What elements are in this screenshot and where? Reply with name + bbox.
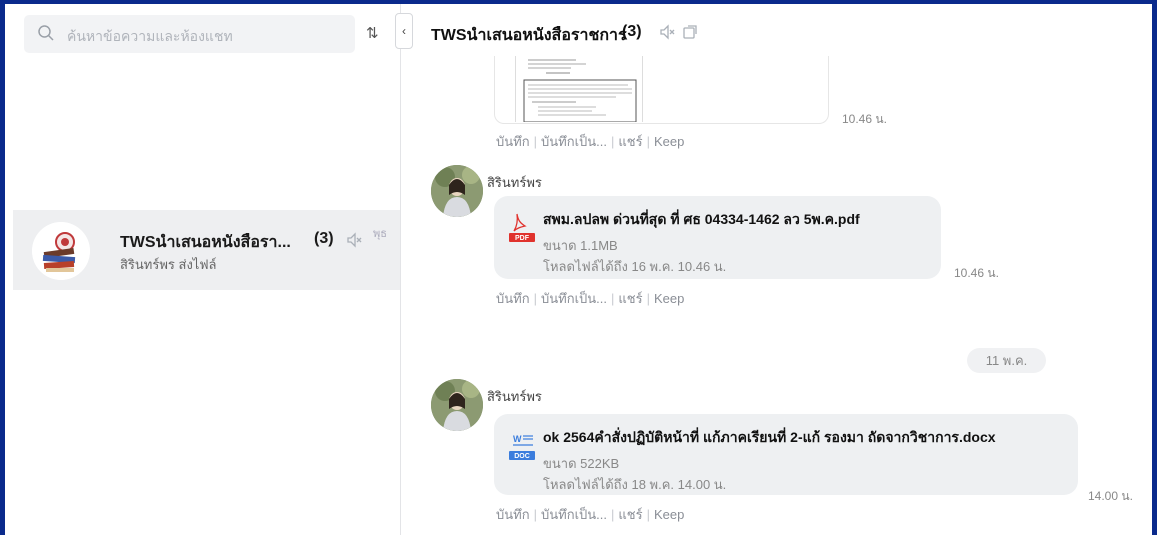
- sender-name: สิรินทร์พร: [487, 389, 542, 404]
- svg-text:PDF: PDF: [515, 235, 530, 242]
- chat-list-item[interactable]: TWSนำเสนอหนังสือรา... (3) พุธ สิรินทร์พร…: [13, 210, 400, 290]
- file-name: ok 2564คำสั่งปฏิบัติหน้าที่ แก้ภาคเรียนท…: [543, 429, 996, 445]
- message-time: 10.46 น.: [954, 266, 999, 280]
- chat-preview: สิรินทร์พร ส่งไฟล์: [120, 257, 217, 272]
- chat-title: TWSนำเสนอหนังสือราชการ: [431, 27, 627, 44]
- save-as-link[interactable]: บันทึกเป็น...: [541, 134, 607, 149]
- doc-file-icon: W DOC: [509, 434, 535, 460]
- share-link[interactable]: แชร์: [618, 134, 642, 149]
- popout-icon[interactable]: [682, 24, 698, 40]
- file-message[interactable]: W DOC ok 2564คำสั่งปฏิบัติหน้าที่ แก้ภาค…: [494, 414, 1078, 495]
- search-placeholder: ค้นหาข้อความและห้องแชท: [67, 28, 233, 44]
- file-name: สพม.ลปลพ ด่วนที่สุด ที่ ศธ 04334-1462 ลว…: [543, 211, 860, 227]
- file-size: ขนาด 522KB: [543, 456, 620, 471]
- sender-avatar[interactable]: [431, 165, 483, 217]
- keep-link[interactable]: Keep: [654, 507, 684, 522]
- save-link[interactable]: บันทึก: [496, 291, 530, 306]
- svg-text:DOC: DOC: [514, 453, 530, 460]
- share-link[interactable]: แชร์: [618, 507, 642, 522]
- chat-unread-count: (3): [314, 230, 334, 247]
- mute-icon: [347, 232, 362, 248]
- file-size: ขนาด 1.1MB: [543, 238, 618, 253]
- file-expiry: โหลดไฟล์ได้ถึง 18 พ.ค. 14.00 น.: [543, 477, 727, 492]
- save-as-link[interactable]: บันทึกเป็น...: [541, 291, 607, 306]
- keep-link[interactable]: Keep: [654, 291, 684, 306]
- document-preview-image: [515, 56, 643, 123]
- save-as-link[interactable]: บันทึกเป็น...: [541, 507, 607, 522]
- sort-icon[interactable]: ⇅: [366, 24, 379, 42]
- chat-day: พุธ: [373, 228, 387, 240]
- svg-text:W: W: [513, 434, 522, 444]
- image-message[interactable]: [494, 56, 829, 124]
- collapse-sidebar-button[interactable]: ‹: [395, 13, 413, 49]
- message-time: 14.00 น.: [1088, 489, 1133, 503]
- message-time: 10.46 น.: [842, 112, 887, 126]
- date-separator: 11 พ.ค.: [967, 348, 1046, 373]
- pdf-file-icon: PDF: [509, 213, 535, 242]
- message-actions: บันทึก | บันทึกเป็น... | แชร์ | Keep: [496, 134, 685, 149]
- chat-member-count: (3): [622, 23, 642, 40]
- chat-name: TWSนำเสนอหนังสือรา...: [120, 234, 291, 251]
- file-message[interactable]: PDF สพม.ลปลพ ด่วนที่สุด ที่ ศธ 04334-146…: [494, 196, 941, 279]
- chat-list-pane: ค้นหาข้อความและห้องแชท ⇅ TWSนำเสนอหนังสื…: [5, 4, 400, 535]
- save-link[interactable]: บันทึก: [496, 507, 530, 522]
- message-actions: บันทึก | บันทึกเป็น... | แชร์ | Keep: [496, 507, 685, 522]
- share-link[interactable]: แชร์: [618, 291, 642, 306]
- search-icon: [38, 25, 54, 41]
- sender-avatar[interactable]: [431, 379, 483, 431]
- file-expiry: โหลดไฟล์ได้ถึง 16 พ.ค. 10.46 น.: [543, 259, 727, 274]
- group-avatar: [32, 222, 90, 280]
- keep-link[interactable]: Keep: [654, 134, 684, 149]
- message-actions: บันทึก | บันทึกเป็น... | แชร์ | Keep: [496, 291, 685, 306]
- sender-name: สิรินทร์พร: [487, 175, 542, 190]
- pane-divider: [400, 4, 401, 535]
- mute-icon[interactable]: [659, 24, 675, 40]
- save-link[interactable]: บันทึก: [496, 134, 530, 149]
- search-input[interactable]: ค้นหาข้อความและห้องแชท: [24, 15, 355, 53]
